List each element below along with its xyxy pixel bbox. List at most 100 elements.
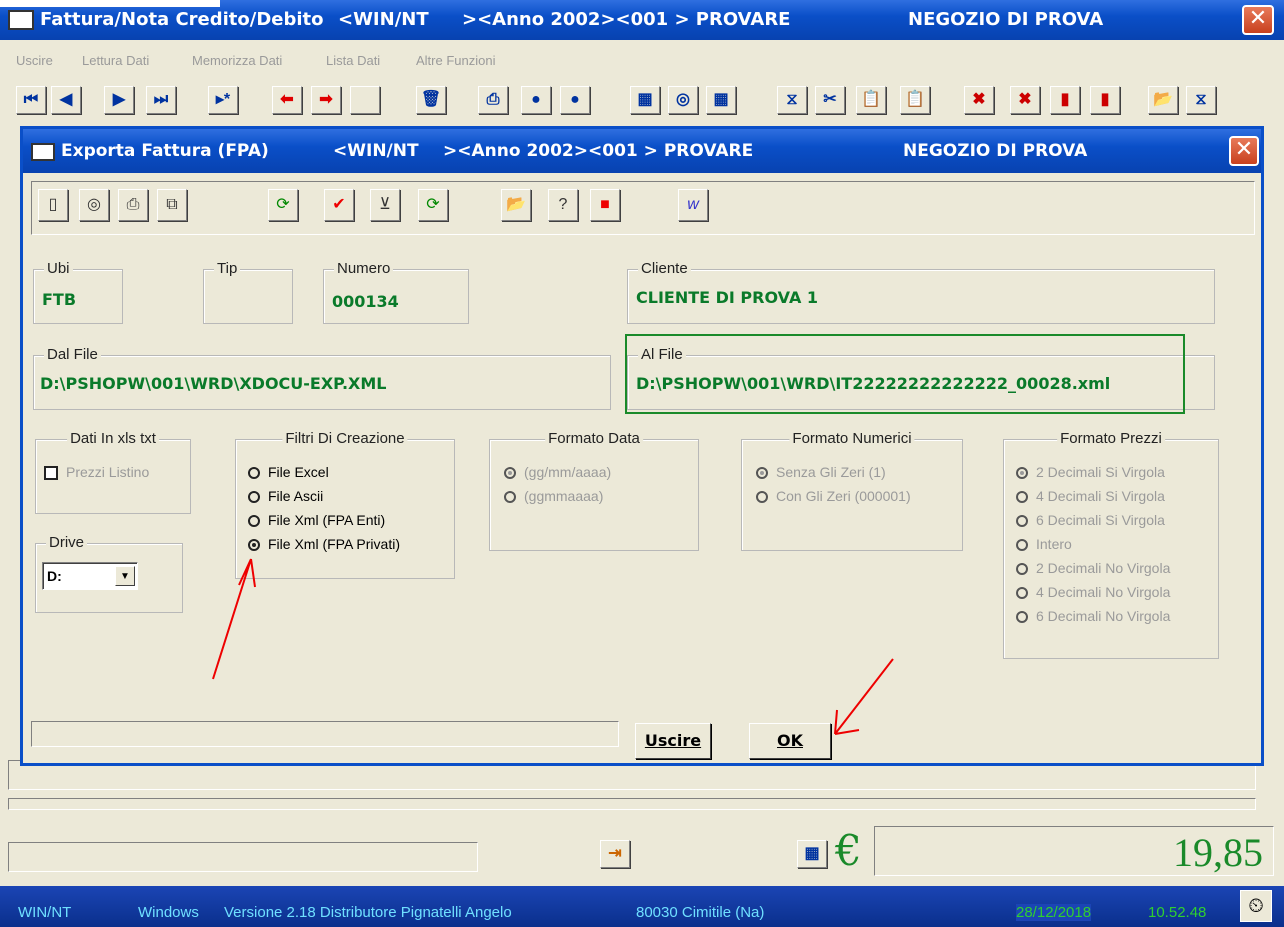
app-title: Fattura/Nota Credito/Debito bbox=[40, 9, 324, 30]
check-icon[interactable]: ✔ bbox=[324, 189, 354, 221]
filter2-icon[interactable]: ⧖ bbox=[1186, 86, 1216, 114]
undo-icon[interactable]: ● bbox=[560, 86, 590, 114]
filtro-file-ascii[interactable]: File Ascii bbox=[248, 488, 323, 504]
ubi-label: Ubi bbox=[44, 260, 73, 277]
print-icon[interactable]: ⎙ bbox=[478, 86, 508, 114]
clear-icon[interactable]: ✖ bbox=[964, 86, 994, 114]
arrow-left-icon[interactable]: ⬅ bbox=[272, 86, 302, 114]
clear2-icon[interactable]: ✖ bbox=[1010, 86, 1040, 114]
open-folder-icon[interactable]: 📂 bbox=[1148, 86, 1178, 114]
prezzi-opt-4[interactable]: Intero bbox=[1016, 536, 1072, 552]
title-negozio: NEGOZIO DI PROVA bbox=[908, 9, 1104, 30]
dati-group: Dati In xls txt Prezzi Listino bbox=[35, 430, 191, 514]
annotation-arrow-2 bbox=[834, 658, 894, 735]
status-version: Versione 2.18 Distributore Pignatelli An… bbox=[224, 904, 512, 921]
calculator-icon[interactable]: ▦ bbox=[797, 840, 827, 868]
chevron-down-icon[interactable]: ▼ bbox=[115, 566, 135, 586]
close-button[interactable]: ✕ bbox=[1242, 5, 1274, 35]
cut-icon[interactable]: ✂ bbox=[815, 86, 845, 114]
book-icon[interactable]: ▮ bbox=[1050, 86, 1080, 114]
menu-lettura-dati[interactable]: Lettura Dati bbox=[82, 53, 149, 68]
menu-memorizza-dati[interactable]: Memorizza Dati bbox=[192, 53, 282, 68]
dialog-close-button[interactable]: ✕ bbox=[1229, 136, 1259, 166]
title-win: <WIN/NT bbox=[338, 9, 429, 30]
dialog-title-bar: Exporta Fattura (FPA) <WIN/NT ><Anno 200… bbox=[23, 129, 1261, 173]
arrow-right-icon[interactable]: ➡ bbox=[311, 86, 341, 114]
title-bar: Fattura/Nota Credito/Debito <WIN/NT ><An… bbox=[0, 0, 1284, 40]
menu-lista-dati[interactable]: Lista Dati bbox=[326, 53, 380, 68]
data-opt-2[interactable]: (ggmmaaaa) bbox=[504, 488, 603, 504]
calc2-icon[interactable]: ▦ bbox=[706, 86, 736, 114]
tip-group: Tip bbox=[203, 260, 293, 324]
formato-data-label: Formato Data bbox=[545, 430, 643, 447]
copy-icon[interactable]: ◎ bbox=[668, 86, 698, 114]
exit-door-icon[interactable]: ⇥ bbox=[600, 840, 630, 868]
refresh2-icon[interactable]: ⟳ bbox=[418, 189, 448, 221]
word-icon[interactable]: w bbox=[678, 189, 708, 221]
book2-icon[interactable]: ▮ bbox=[1090, 86, 1120, 114]
cliente-label: Cliente bbox=[638, 260, 691, 277]
main-window: Fattura/Nota Credito/Debito <WIN/NT ><An… bbox=[0, 0, 1284, 927]
prezzi-opt-3[interactable]: 6 Decimali Si Virgola bbox=[1016, 512, 1165, 528]
copy-icon[interactable]: ⧉ bbox=[157, 189, 187, 221]
last-icon[interactable]: ⏭ bbox=[146, 86, 176, 114]
inbox-icon[interactable]: ⊻ bbox=[370, 189, 400, 221]
export-dialog: Exporta Fattura (FPA) <WIN/NT ><Anno 200… bbox=[20, 126, 1264, 766]
open-folder-icon[interactable]: 📂 bbox=[501, 189, 531, 221]
dialog-icon bbox=[31, 143, 55, 161]
dialog-win: <WIN/NT bbox=[333, 141, 419, 161]
uscire-button[interactable]: Uscire bbox=[635, 723, 711, 759]
prezzi-opt-7[interactable]: 6 Decimali No Virgola bbox=[1016, 608, 1170, 624]
menu-uscire[interactable]: Uscire bbox=[16, 53, 53, 68]
drive-select[interactable]: D: ▼ bbox=[42, 562, 138, 590]
disk-icon[interactable]: ◎ bbox=[79, 189, 109, 221]
paste2-icon[interactable]: 📋 bbox=[900, 86, 930, 114]
dalfile-value: D:\PSHOPW\001\WRD\XDOCU-EXP.XML bbox=[40, 374, 387, 393]
data-opt-1[interactable]: (gg/mm/aaaa) bbox=[504, 464, 611, 480]
new-doc-icon[interactable]: ▯ bbox=[38, 189, 68, 221]
cancel-icon[interactable]: ■ bbox=[590, 189, 620, 221]
num-opt-2[interactable]: Con Gli Zeri (000001) bbox=[756, 488, 911, 504]
filtro-file-excel[interactable]: File Excel bbox=[248, 464, 329, 480]
numero-label: Numero bbox=[334, 260, 394, 277]
trash-icon[interactable]: 🗑 bbox=[416, 86, 446, 114]
dialog-anno: ><Anno 2002><001 > PROVARE bbox=[443, 141, 754, 161]
refresh-icon[interactable]: ⟳ bbox=[268, 189, 298, 221]
prezzi-listino-label: Prezzi Listino bbox=[66, 464, 150, 480]
tip-label: Tip bbox=[214, 260, 241, 277]
print-icon[interactable]: ⎙ bbox=[118, 189, 148, 221]
formato-numerici-label: Formato Numerici bbox=[789, 430, 915, 447]
cliente-value: CLIENTE DI PROVA 1 bbox=[636, 288, 819, 307]
status-bar: WIN/NT Windows Versione 2.18 Distributor… bbox=[0, 886, 1284, 927]
filter-icon[interactable]: ⧖ bbox=[777, 86, 807, 114]
ok-button[interactable]: OK bbox=[749, 723, 831, 759]
save-icon[interactable]: ● bbox=[521, 86, 551, 114]
footer-field bbox=[8, 842, 478, 872]
prezzi-opt-1[interactable]: 2 Decimali Si Virgola bbox=[1016, 464, 1165, 480]
paste-icon[interactable]: 📋 bbox=[856, 86, 886, 114]
menu-altre-funzioni[interactable]: Altre Funzioni bbox=[416, 53, 495, 68]
status-windows: Windows bbox=[138, 904, 199, 921]
total-field: 19,85 bbox=[874, 826, 1274, 876]
prezzi-listino-checkbox[interactable] bbox=[44, 466, 58, 480]
next-icon[interactable]: ▶ bbox=[104, 86, 134, 114]
help-icon[interactable]: ? bbox=[548, 189, 578, 221]
drive-value: D: bbox=[47, 568, 62, 584]
filtri-label: Filtri Di Creazione bbox=[282, 430, 408, 447]
num-opt-1[interactable]: Senza Gli Zeri (1) bbox=[756, 464, 886, 480]
first-icon[interactable]: ⏮ bbox=[16, 86, 46, 114]
prezzi-opt-5[interactable]: 2 Decimali No Virgola bbox=[1016, 560, 1170, 576]
dalfile-label: Dal File bbox=[44, 346, 101, 363]
filtro-xml-enti[interactable]: File Xml (FPA Enti) bbox=[248, 512, 385, 528]
status-date: 28/12/2018 bbox=[1016, 904, 1092, 921]
drive-label: Drive bbox=[46, 534, 88, 551]
title-anno: ><Anno 2002><001 > PROVARE bbox=[462, 9, 791, 30]
prezzi-opt-6[interactable]: 4 Decimali No Virgola bbox=[1016, 584, 1170, 600]
blank-icon[interactable] bbox=[350, 86, 380, 114]
calc-icon[interactable]: ▦ bbox=[630, 86, 660, 114]
prev-icon[interactable]: ◀ bbox=[51, 86, 81, 114]
clock-icon[interactable]: ⏲ bbox=[1240, 890, 1272, 922]
status-os: WIN/NT bbox=[18, 904, 72, 921]
new-record-icon[interactable]: ▸* bbox=[208, 86, 238, 114]
prezzi-opt-2[interactable]: 4 Decimali Si Virgola bbox=[1016, 488, 1165, 504]
